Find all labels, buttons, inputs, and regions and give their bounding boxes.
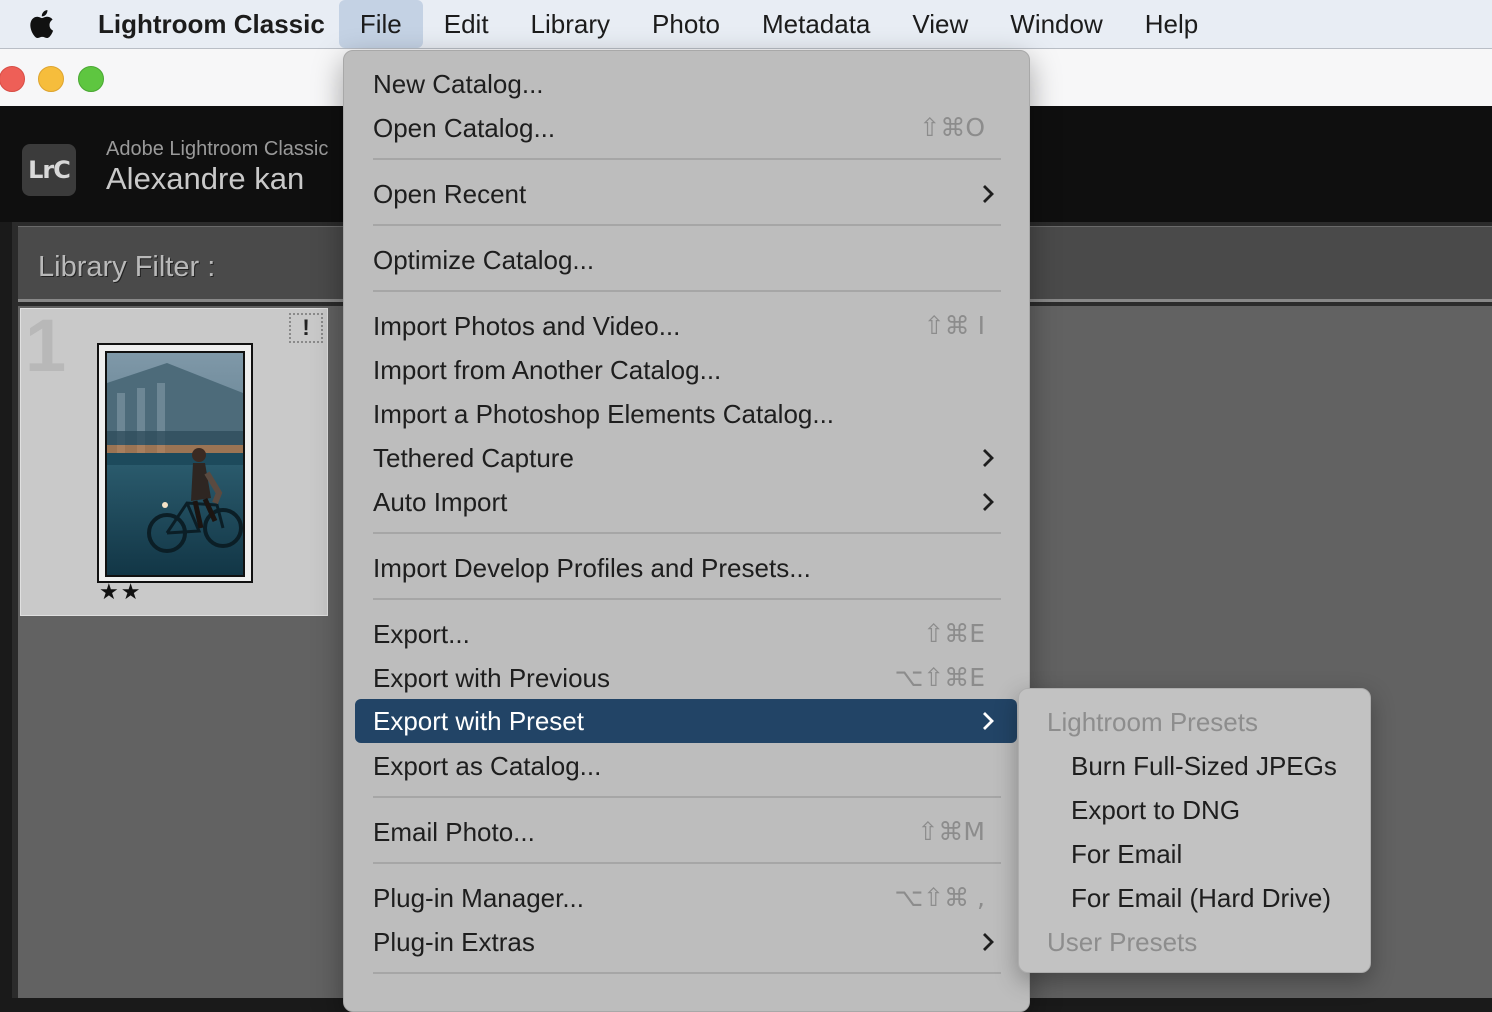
app-name[interactable]: Lightroom Classic [82, 9, 339, 40]
menu-file[interactable]: File [338, 0, 423, 48]
menu-item-label: Plug-in Extras [373, 927, 535, 957]
menu-edit[interactable]: Edit [423, 0, 510, 48]
menu-item-tethered-capture[interactable]: Tethered Capture [355, 436, 1017, 480]
cell-index: 1 [25, 304, 67, 387]
menu-item-import-develop-profiles[interactable]: Import Develop Profiles and Presets... [355, 546, 1017, 590]
menu-item-label: Import Photos and Video... [373, 311, 681, 341]
preset-for-email-hard-drive[interactable]: For Email (Hard Drive) [1019, 876, 1422, 920]
close-window-button[interactable] [0, 66, 25, 92]
chevron-right-icon [983, 933, 994, 951]
user-presets-header: User Presets [1047, 927, 1198, 957]
menu-separator [373, 598, 1001, 600]
keyboard-shortcut: ⇧⌘ I [923, 311, 985, 340]
keyboard-shortcut: ⇧⌘M [917, 817, 985, 846]
keyboard-shortcut: ⌥⇧⌘E [894, 663, 985, 692]
menu-separator [373, 290, 1001, 292]
menu-library[interactable]: Library [510, 0, 631, 48]
zoom-window-button[interactable] [78, 66, 104, 92]
export-preset-submenu: Lightroom Presets Burn Full-Sized JPEGs … [1018, 688, 1371, 973]
keyboard-shortcut: ⇧⌘E [923, 619, 985, 648]
minimize-window-button[interactable] [38, 66, 64, 92]
chevron-right-icon [983, 493, 994, 511]
preset-for-email[interactable]: For Email [1019, 832, 1422, 876]
menu-window[interactable]: Window [989, 0, 1123, 48]
chevron-right-icon [983, 449, 994, 467]
menu-separator [373, 532, 1001, 534]
lrc-logo-icon: LrC [22, 144, 76, 196]
unsaved-metadata-badge-icon[interactable]: ! [289, 313, 323, 343]
lightroom-presets-header: Lightroom Presets [1047, 707, 1258, 737]
menu-separator [373, 158, 1001, 160]
chevron-right-icon [983, 185, 994, 203]
menu-item-export-as-catalog[interactable]: Export as Catalog... [355, 744, 1017, 788]
menu-item-plugin-extras[interactable]: Plug-in Extras [355, 920, 1017, 964]
menu-item-open-recent[interactable]: Open Recent [355, 172, 1017, 216]
photo-thumbnail[interactable] [105, 351, 245, 577]
menu-item-export[interactable]: Export... ⇧⌘E [355, 612, 1017, 656]
menu-item-label: Export with Preset [373, 706, 584, 736]
thumbnail-frame[interactable] [97, 343, 253, 583]
menu-item-label: Email Photo... [373, 817, 535, 847]
menu-metadata[interactable]: Metadata [741, 0, 891, 48]
menu-item-label: Tethered Capture [373, 443, 574, 473]
apple-icon [30, 10, 54, 39]
menu-item-label: Import Develop Profiles and Presets... [373, 553, 811, 583]
menu-item-label: Export as Catalog... [373, 751, 602, 781]
chevron-right-icon [983, 712, 994, 730]
preset-burn-full-sized-jpegs[interactable]: Burn Full-Sized JPEGs [1019, 744, 1422, 788]
preset-export-to-dng[interactable]: Export to DNG [1019, 788, 1422, 832]
menu-item-label: Import a Photoshop Elements Catalog... [373, 399, 835, 429]
keyboard-shortcut: ⌥⇧⌘ , [894, 883, 985, 912]
user-name: Alexandre kan [106, 161, 305, 196]
menu-item-import-photos[interactable]: Import Photos and Video... ⇧⌘ I [355, 304, 1017, 348]
menu-separator [373, 862, 1001, 864]
menu-item-open-catalog[interactable]: Open Catalog... ⇧⌘O [355, 106, 1017, 150]
menu-item-email-photo[interactable]: Email Photo... ⇧⌘M [355, 810, 1017, 854]
menu-item-label: Auto Import [373, 487, 508, 517]
menu-item-new-catalog[interactable]: New Catalog... [355, 62, 1017, 106]
file-menu-dropdown: New Catalog... Open Catalog... ⇧⌘O Open … [343, 50, 1030, 1012]
menu-item-import-photoshop-elements[interactable]: Import a Photoshop Elements Catalog... [355, 392, 1017, 436]
menu-item-label: Open Recent [373, 179, 527, 209]
menu-help[interactable]: Help [1124, 0, 1219, 48]
menu-separator [373, 796, 1001, 798]
menu-item-export-with-preset[interactable]: Export with Preset [355, 699, 1017, 743]
grid-cell[interactable]: 1 ! ★★ [20, 304, 328, 616]
menu-item-label: Optimize Catalog... [373, 245, 595, 275]
menu-bar: Lightroom Classic File Edit Library Phot… [0, 0, 1492, 49]
menu-item-import-from-catalog[interactable]: Import from Another Catalog... [355, 348, 1017, 392]
menu-item-label: Plug-in Manager... [373, 883, 585, 913]
apple-menu[interactable] [0, 0, 82, 48]
menu-separator [373, 972, 1001, 974]
star-rating[interactable]: ★★ [99, 579, 142, 605]
menu-separator [373, 224, 1001, 226]
menu-photo[interactable]: Photo [631, 0, 741, 48]
menu-item-label: New Catalog... [373, 69, 544, 99]
menu-view[interactable]: View [891, 0, 989, 48]
menu-item-label: Open Catalog... [373, 113, 556, 143]
menu-item-label: Export... [373, 619, 470, 649]
menu-item-auto-import[interactable]: Auto Import [355, 480, 1017, 524]
library-filter-label: Library Filter : [38, 251, 216, 283]
keyboard-shortcut: ⇧⌘O [919, 113, 985, 142]
menu-item-label: Import from Another Catalog... [373, 355, 722, 385]
menu-item-label: Export with Previous [373, 663, 610, 693]
product-name: Adobe Lightroom Classic [106, 138, 329, 160]
cyclist-photo-image [107, 353, 243, 575]
menu-item-plugin-manager[interactable]: Plug-in Manager... ⌥⇧⌘ , [355, 876, 1017, 920]
menu-item-export-with-previous[interactable]: Export with Previous ⌥⇧⌘E [355, 656, 1017, 700]
menu-item-optimize-catalog[interactable]: Optimize Catalog... [355, 238, 1017, 282]
